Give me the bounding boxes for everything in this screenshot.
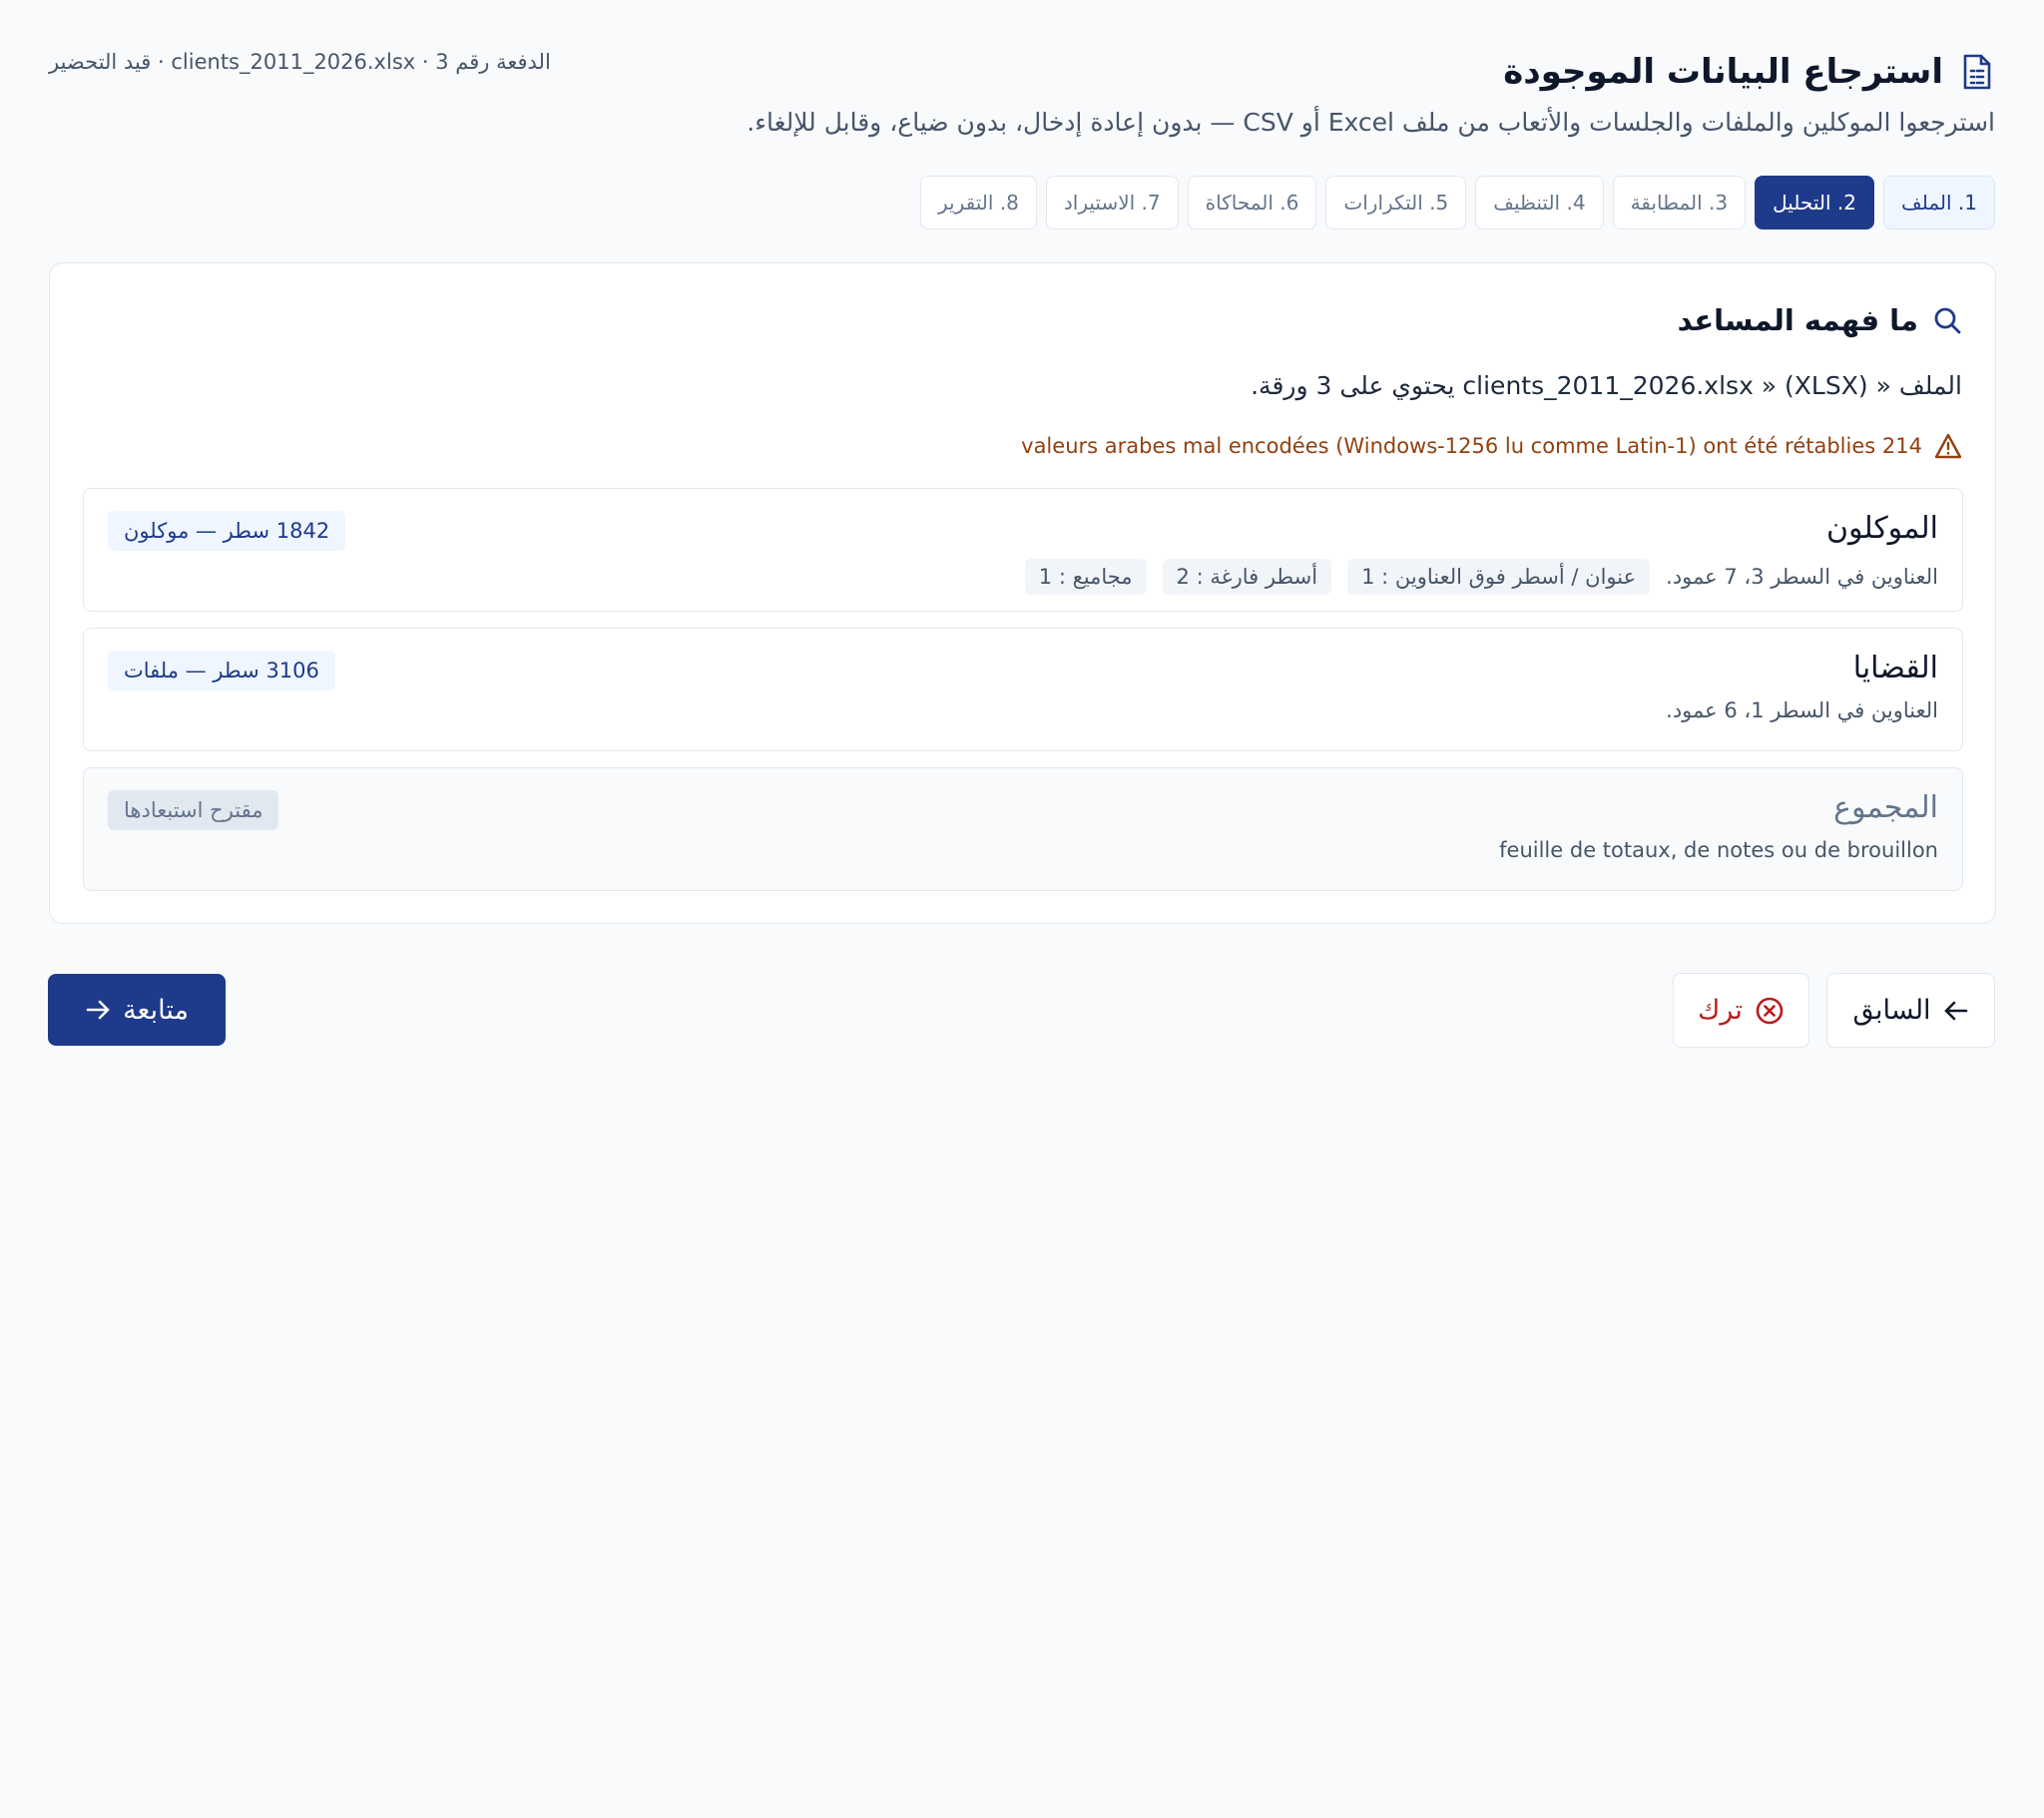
sheet-details: feuille de totaux, de notes ou de brouil…	[1499, 838, 1938, 862]
sheet-name: الموكلون	[1825, 511, 1938, 546]
wizard-stepper: 1. الملف 2. التحليل 3. المطابقة 4. التنظ…	[920, 176, 1995, 229]
sheet-name: القضايا	[1852, 651, 1938, 685]
search-icon	[1932, 305, 1962, 335]
warning-triangle-icon	[1934, 433, 1962, 459]
step-duplicates[interactable]: 5. التكرارات	[1325, 176, 1467, 229]
continue-button-label: متابعة	[123, 994, 189, 1025]
sheet-tag-totals: مجاميع : 1	[1024, 559, 1147, 595]
encoding-warning: 214 valeurs arabes mal encodées (Windows…	[1021, 433, 1962, 459]
suggested-exclusion-badge: مقترح استبعادها	[108, 790, 279, 830]
sheet-details: العناوين في السطر 1، 6 عمود.	[1666, 698, 1938, 722]
sheet-details: العناوين في السطر 3، 7 عمود. عنوان / أسط…	[1024, 559, 1938, 595]
import-wizard-page: استرجاع البيانات الموجودة استرجعوا الموك…	[0, 0, 2044, 1818]
analysis-card-header: ما فهمه المساعد	[1678, 303, 1962, 337]
sheet-card-totals[interactable]: المجموع feuille de totaux, de notes ou d…	[83, 767, 1963, 891]
encoding-warning-text: 214 valeurs arabes mal encodées (Windows…	[1021, 434, 1922, 458]
sheet-name: المجموع	[1833, 790, 1938, 825]
step-report[interactable]: 8. التقرير	[920, 176, 1037, 229]
page-title: استرجاع البيانات الموجودة	[1503, 52, 1943, 92]
sheet-tag-title-rows: عنوان / أسطر فوق العناوين : 1	[1347, 559, 1651, 595]
step-file[interactable]: 1. الملف	[1883, 176, 1995, 229]
quit-button-label: ترك	[1698, 995, 1743, 1025]
step-analysis[interactable]: 2. التحليل	[1755, 176, 1874, 229]
sheet-header-info: العناوين في السطر 1، 6 عمود.	[1666, 698, 1938, 722]
sheet-card-cases[interactable]: القضايا العناوين في السطر 1، 6 عمود. 310…	[83, 628, 1963, 751]
step-simulation[interactable]: 6. المحاكاة	[1187, 176, 1317, 229]
previous-button-label: السابق	[1852, 995, 1931, 1025]
sheet-row-count-badge: 1842 سطر — موكلون	[108, 511, 346, 551]
step-cleaning[interactable]: 4. التنظيف	[1475, 176, 1604, 229]
close-circle-icon	[1755, 996, 1785, 1026]
spreadsheet-file-icon	[1959, 52, 1995, 92]
quit-button[interactable]: ترك	[1673, 973, 1809, 1048]
previous-button[interactable]: السابق	[1826, 973, 1995, 1048]
analysis-description: الملف « clients_2011_2026.xlsx » (XLSX) …	[1251, 371, 1962, 400]
sheet-header-info: العناوين في السطر 3، 7 عمود.	[1666, 565, 1938, 589]
arrow-left-icon	[1943, 999, 1969, 1023]
batch-meta: الدفعة رقم 3 · clients_2011_2026.xlsx · …	[49, 50, 551, 74]
sheet-row-count-badge: 3106 سطر — ملفات	[108, 651, 335, 690]
analysis-card: ما فهمه المساعد الملف « clients_2011_202…	[49, 262, 1996, 924]
analysis-title: ما فهمه المساعد	[1677, 303, 1918, 337]
sheet-card-clients[interactable]: الموكلون العناوين في السطر 3، 7 عمود. عن…	[83, 488, 1963, 612]
page-subtitle: استرجعوا الموكلين والملفات والجلسات والأ…	[747, 108, 1995, 137]
continue-button[interactable]: متابعة	[48, 974, 226, 1046]
arrow-right-icon	[85, 998, 111, 1022]
step-import[interactable]: 7. الاستيراد	[1045, 176, 1179, 229]
page-header: استرجاع البيانات الموجودة	[1503, 52, 1995, 92]
sheet-tag-empty-rows: أسطر فارغة : 2	[1162, 559, 1332, 595]
sheet-exclusion-reason: feuille de totaux, de notes ou de brouil…	[1499, 838, 1938, 862]
step-mapping[interactable]: 3. المطابقة	[1612, 176, 1747, 229]
